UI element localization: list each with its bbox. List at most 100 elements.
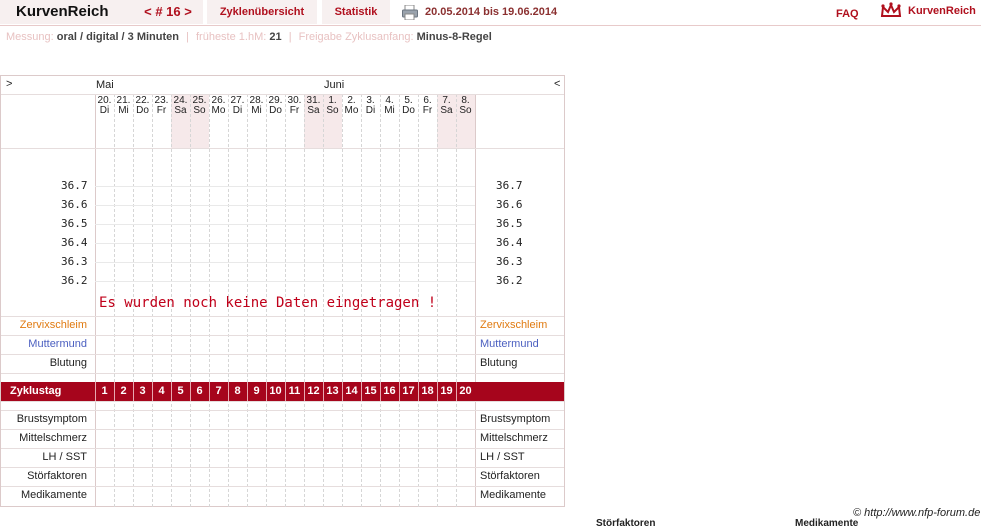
day-grid-line	[437, 94, 438, 507]
day-label: 31. Sa	[304, 96, 323, 116]
day-weekday: So	[193, 105, 206, 116]
temperature-grid-line	[95, 262, 475, 263]
row-label-left: Störfaktoren	[27, 470, 87, 482]
day-label: 3. Di	[361, 96, 380, 116]
day-weekday: Sa	[174, 105, 187, 116]
temperature-label-left: 36.6	[61, 198, 88, 211]
row-separator	[1, 94, 564, 95]
nav-next-button[interactable]: <	[554, 78, 560, 90]
row-separator	[1, 467, 564, 468]
day-label: 30. Fr	[285, 96, 304, 116]
row-label-left: LH / SST	[42, 451, 87, 463]
day-label: 6. Fr	[418, 96, 437, 116]
day-label: 7. Sa	[437, 96, 456, 116]
cycle-day-number: 9	[253, 385, 260, 397]
temperature-grid-line	[95, 281, 475, 282]
day-weekday: So	[459, 105, 472, 116]
day-grid-line	[95, 94, 96, 507]
cycle-day-divider	[456, 382, 457, 401]
cycle-day-divider	[323, 382, 324, 401]
cycle-day-divider	[380, 382, 381, 401]
temperature-label-right: 36.5	[496, 217, 523, 230]
tab-statistics[interactable]: Statistik	[322, 0, 390, 24]
cycle-day-divider	[95, 382, 96, 401]
cycle-day-number: 20	[459, 385, 472, 397]
day-label: 21. Mi	[114, 96, 133, 116]
logo-text[interactable]: KurvenReich	[908, 0, 976, 22]
printer-icon[interactable]	[402, 5, 418, 20]
nav-prev-button[interactable]: >	[6, 78, 12, 90]
cycle-day-number: 11	[288, 385, 301, 397]
cycle-navigator[interactable]: < # 16 >	[133, 0, 203, 24]
cycle-day-divider	[114, 382, 115, 401]
faq-link[interactable]: FAQ	[836, 0, 859, 28]
copyright-text: © http://www.nfp-forum.de	[853, 507, 981, 519]
cycle-release-value: Minus-8-Regel	[416, 31, 492, 43]
row-separator	[1, 401, 564, 402]
cycle-day-divider	[228, 382, 229, 401]
cycle-day-number: 19	[440, 385, 453, 397]
measurement-label: Messung:	[6, 31, 54, 43]
earliest-temp-label: früheste 1.hM:	[195, 31, 267, 43]
day-label: 25. So	[190, 96, 209, 116]
separator: |	[288, 31, 292, 43]
month-label-may: Mai	[96, 79, 114, 91]
row-separator	[1, 354, 564, 355]
crown-logo-icon[interactable]	[880, 2, 902, 20]
day-label: 1. So	[323, 96, 342, 116]
day-weekday: Di	[99, 105, 110, 116]
cycle-day-divider	[190, 382, 191, 401]
day-weekday: Fr	[289, 105, 300, 116]
row-label-left: Zervixschleim	[19, 319, 87, 331]
month-label-june: Juni	[324, 79, 345, 91]
tab-cycle-overview[interactable]: Zyklenübersicht	[207, 0, 317, 24]
day-weekday: Mi	[384, 105, 395, 116]
day-label: 20. Di	[95, 96, 114, 116]
row-separator	[1, 148, 564, 149]
day-grid-line	[456, 94, 457, 507]
row-separator	[1, 335, 564, 336]
day-label: 2. Mo	[342, 96, 361, 116]
row-separator	[1, 448, 564, 449]
cycle-day-number: 17	[402, 385, 415, 397]
brand-title[interactable]: KurvenReich	[0, 0, 133, 24]
row-separator	[1, 486, 564, 487]
day-label: 23. Fr	[152, 96, 171, 116]
cycle-day-divider	[133, 382, 134, 401]
cycle-day-divider	[171, 382, 172, 401]
temperature-label-left: 36.7	[61, 179, 88, 192]
cycle-day-divider	[304, 382, 305, 401]
cycle-day-label: Zyklustag	[10, 385, 62, 397]
temperature-label-right: 36.7	[496, 179, 523, 192]
cycle-day-number: 6	[196, 385, 203, 397]
day-label: 29. Do	[266, 96, 285, 116]
day-label: 24. Sa	[171, 96, 190, 116]
temperature-label-left: 36.3	[61, 255, 88, 268]
row-label-left: Brustsymptom	[16, 413, 87, 425]
footer-medikamente-heading: Medikamente	[795, 518, 859, 529]
row-label-left: Mittelschmerz	[19, 432, 87, 444]
day-label: 8. So	[456, 96, 475, 116]
day-weekday: Di	[365, 105, 376, 116]
day-label: 22. Do	[133, 96, 152, 116]
measurement-info: Messung: oral / digital / 3 Minuten | fr…	[6, 31, 492, 43]
row-label-right: Blutung	[480, 357, 518, 369]
day-weekday: Mi	[118, 105, 129, 116]
cycle-day-number: 14	[345, 385, 358, 397]
cycle-day-divider	[361, 382, 362, 401]
measurement-value: oral / digital / 3 Minuten	[56, 31, 179, 43]
cycle-day-bar: Zyklustag 1 2 3 4 5 6 7 8 9 10 11 12 13 14 15 16 17 18 19 2…	[1, 382, 564, 401]
day-weekday: Mi	[251, 105, 262, 116]
day-weekday: So	[326, 105, 339, 116]
cycle-day-number: 4	[158, 385, 165, 397]
top-bar: KurvenReich < # 16 > Zyklenübersicht Sta…	[0, 0, 981, 26]
day-label: 27. Di	[228, 96, 247, 116]
row-separator	[1, 373, 564, 374]
temperature-grid-line	[95, 224, 475, 225]
no-data-message: Es wurden noch keine Daten eingetragen !	[99, 295, 437, 311]
separator: |	[186, 31, 189, 43]
temperature-label-left: 36.5	[61, 217, 88, 230]
day-label: 4. Mi	[380, 96, 399, 116]
cycle-day-number: 16	[383, 385, 396, 397]
cycle-day-divider	[342, 382, 343, 401]
